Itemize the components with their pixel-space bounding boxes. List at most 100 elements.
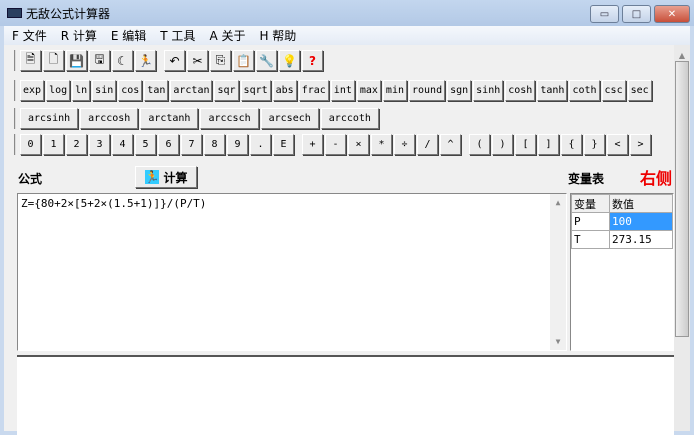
header-variable: 变量 bbox=[571, 194, 610, 213]
moon-button[interactable]: ☾ bbox=[112, 50, 133, 71]
function-button-exp[interactable]: exp bbox=[20, 80, 45, 101]
formula-input[interactable]: Z={80+2×[5+2×(1.5+1)]}/(P/T) ▲ ▼ bbox=[17, 193, 567, 351]
window-scrollbar[interactable]: ▲ bbox=[674, 45, 690, 431]
function-button-arcsinh[interactable]: arcsinh bbox=[20, 108, 79, 129]
function-button-tanh[interactable]: tanh bbox=[537, 80, 568, 101]
function-button-sin[interactable]: sin bbox=[92, 80, 117, 101]
window-title: 无敌公式计算器 bbox=[26, 7, 111, 21]
function-button-int[interactable]: int bbox=[330, 80, 355, 101]
function-button-round[interactable]: round bbox=[408, 80, 446, 101]
function-button-sgn[interactable]: sgn bbox=[447, 80, 472, 101]
save-button[interactable]: 💾 bbox=[66, 50, 87, 71]
close-button[interactable]: ✕ bbox=[654, 5, 690, 23]
function-button-abs[interactable]: abs bbox=[272, 80, 297, 101]
var-value[interactable]: 273.15 bbox=[609, 230, 673, 249]
function-button-arccoth[interactable]: arccoth bbox=[320, 108, 379, 129]
function-button-sinh[interactable]: sinh bbox=[473, 80, 504, 101]
function-button-arccsch[interactable]: arccsch bbox=[200, 108, 259, 129]
function-button-tan[interactable]: tan bbox=[144, 80, 169, 101]
function-button-frac[interactable]: frac bbox=[298, 80, 329, 101]
menu-item[interactable]: F 文件 bbox=[12, 27, 47, 44]
scrollbar-thumb[interactable] bbox=[675, 61, 689, 337]
key-button[interactable]: 4 bbox=[112, 134, 133, 155]
key-button[interactable]: 6 bbox=[158, 134, 179, 155]
function-button-arctan[interactable]: arctan bbox=[170, 80, 213, 101]
key-button[interactable]: 7 bbox=[181, 134, 202, 155]
operator-button[interactable]: * bbox=[371, 134, 392, 155]
operator-button[interactable]: ÷ bbox=[394, 134, 415, 155]
save-as-button[interactable]: 🖫 bbox=[89, 50, 110, 71]
key-button[interactable]: 9 bbox=[227, 134, 248, 155]
copy-button[interactable]: ⎘ bbox=[210, 50, 231, 71]
paste-icon: 📋 bbox=[236, 53, 251, 68]
menu-item[interactable]: H 帮助 bbox=[259, 27, 296, 44]
bracket-button[interactable]: ( bbox=[469, 134, 490, 155]
tip-button[interactable]: 💡 bbox=[279, 50, 300, 71]
bracket-button[interactable]: < bbox=[607, 134, 628, 155]
operator-button[interactable]: / bbox=[417, 134, 438, 155]
key-button[interactable]: 2 bbox=[66, 134, 87, 155]
new-file-button[interactable]: 🗎 bbox=[20, 50, 41, 71]
function-button-csc[interactable]: csc bbox=[601, 80, 626, 101]
key-button[interactable]: 5 bbox=[135, 134, 156, 155]
menu-item[interactable]: R 计算 bbox=[61, 27, 97, 44]
function-button-log[interactable]: log bbox=[46, 80, 71, 101]
key-button[interactable]: . bbox=[250, 134, 271, 155]
calculate-button[interactable]: 🏃 计算 bbox=[135, 166, 197, 188]
function-button-cos[interactable]: cos bbox=[118, 80, 143, 101]
blank-file-button[interactable]: 🗋 bbox=[43, 50, 64, 71]
var-value[interactable]: 100 bbox=[609, 212, 673, 231]
copy-icon: ⎘ bbox=[215, 53, 226, 67]
menu-item[interactable]: E 编辑 bbox=[111, 27, 146, 44]
key-button[interactable]: E bbox=[273, 134, 294, 155]
cut-button[interactable]: ✂ bbox=[187, 50, 208, 71]
function-button-cosh[interactable]: cosh bbox=[505, 80, 536, 101]
var-name[interactable]: P bbox=[571, 212, 610, 231]
menu-item[interactable]: A 关于 bbox=[209, 27, 245, 44]
key-button[interactable]: 0 bbox=[20, 134, 41, 155]
maximize-button[interactable]: □ bbox=[622, 5, 651, 23]
function-button-arcsech[interactable]: arcsech bbox=[260, 108, 319, 129]
function-button-sec[interactable]: sec bbox=[627, 80, 652, 101]
undo-button[interactable]: ↶ bbox=[164, 50, 185, 71]
help-button[interactable]: ? bbox=[302, 50, 323, 71]
menu-item[interactable]: T 工具 bbox=[160, 27, 195, 44]
run-button[interactable]: 🏃 bbox=[135, 50, 156, 71]
formula-label: 公式 bbox=[18, 172, 43, 186]
function-button-max[interactable]: max bbox=[356, 80, 381, 101]
bracket-button[interactable]: ] bbox=[538, 134, 559, 155]
result-output[interactable] bbox=[17, 355, 674, 435]
run-icon: 🏃 bbox=[144, 170, 160, 184]
function-button-ln[interactable]: ln bbox=[72, 80, 91, 101]
operator-button[interactable]: × bbox=[348, 134, 369, 155]
function-button-sqr[interactable]: sqr bbox=[214, 80, 239, 101]
bracket-button[interactable]: } bbox=[584, 134, 605, 155]
var-name[interactable]: T bbox=[571, 230, 610, 249]
save-icon: 💾 bbox=[69, 53, 84, 68]
bracket-button[interactable]: { bbox=[561, 134, 582, 155]
tools-button[interactable]: 🔧 bbox=[256, 50, 277, 71]
function-button-sqrt[interactable]: sqrt bbox=[240, 80, 271, 101]
function-button-arctanh[interactable]: arctanh bbox=[140, 108, 199, 129]
function-toolbar: exp log ln sin cos tan arctan sqr sqrt abs frac int… bbox=[14, 80, 654, 101]
header-value: 数值 bbox=[609, 194, 673, 213]
paste-button[interactable]: 📋 bbox=[233, 50, 254, 71]
function-button-coth[interactable]: coth bbox=[569, 80, 600, 101]
save-as-icon: 🖫 bbox=[94, 52, 105, 66]
formula-scrollbar[interactable]: ▲ ▼ bbox=[550, 194, 566, 350]
variable-table-label: 变量表 bbox=[568, 172, 605, 186]
operator-button[interactable]: + bbox=[302, 134, 323, 155]
key-button[interactable]: 8 bbox=[204, 134, 225, 155]
key-button[interactable]: 1 bbox=[43, 134, 64, 155]
function-button-arccosh[interactable]: arccosh bbox=[80, 108, 139, 129]
operator-button[interactable]: ^ bbox=[440, 134, 461, 155]
operator-button[interactable]: - bbox=[325, 134, 346, 155]
key-button[interactable]: 3 bbox=[89, 134, 110, 155]
bracket-button[interactable]: [ bbox=[515, 134, 536, 155]
bracket-button[interactable]: ) bbox=[492, 134, 513, 155]
function-button-min[interactable]: min bbox=[382, 80, 407, 101]
bracket-button[interactable]: > bbox=[630, 134, 651, 155]
right-side-label: 右侧 bbox=[640, 169, 673, 188]
blank-file-icon: 🗋 bbox=[48, 52, 59, 66]
minimize-button[interactable]: ▭ bbox=[590, 5, 619, 23]
